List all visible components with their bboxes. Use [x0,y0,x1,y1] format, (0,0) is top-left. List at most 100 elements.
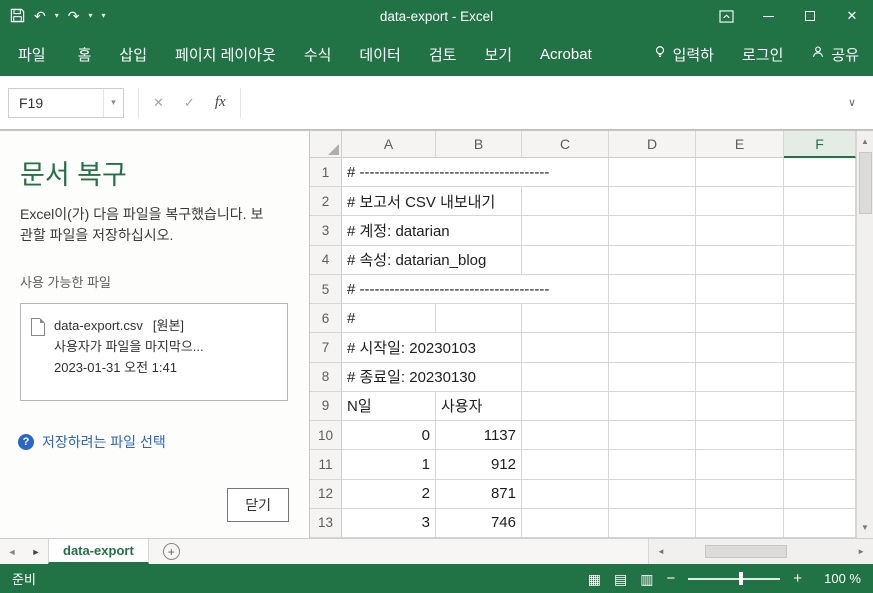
sheet-next-icon[interactable]: ► [24,539,48,564]
horizontal-scrollbar[interactable]: ◄ ► [648,539,873,564]
row-header[interactable]: 13 [310,508,342,538]
close-pane-button[interactable]: 닫기 [227,488,289,522]
scroll-down-icon[interactable]: ▼ [861,519,869,538]
column-header-a[interactable]: A [342,131,436,158]
tab-home[interactable]: 홈 [64,32,106,76]
grid-cell[interactable] [609,450,696,480]
grid-cell[interactable] [522,391,609,422]
close-button[interactable]: ✕ [831,0,873,32]
row-header[interactable]: 10 [310,421,342,451]
grid-cell[interactable]: 1 [342,450,436,480]
ribbon-display-options-icon[interactable] [705,0,747,32]
grid-cell[interactable] [784,187,856,217]
customize-qat-icon[interactable]: ▾ [102,12,106,20]
tab-review[interactable]: 검토 [415,32,471,76]
grid-cell[interactable]: N일 [342,391,436,422]
grid-cell[interactable] [784,421,856,451]
row-header[interactable]: 5 [310,274,342,305]
row-header[interactable]: 6 [310,304,342,334]
column-header-c[interactable]: C [522,131,609,158]
tab-data[interactable]: 데이터 [345,32,414,76]
grid-cell[interactable] [522,245,609,275]
grid-cell[interactable] [784,508,856,538]
grid-cell[interactable] [784,304,856,334]
tell-me-box[interactable]: 입력하 [639,32,728,76]
grid-cell[interactable] [784,333,856,363]
normal-view-icon[interactable]: ▦ [588,572,601,586]
grid-cell[interactable] [696,391,784,422]
row-header[interactable]: 4 [310,245,342,275]
redo-dropdown-icon[interactable]: ▾ [88,12,92,20]
row-header[interactable]: 1 [310,158,342,188]
formula-input[interactable] [254,87,839,118]
grid-cell[interactable] [609,158,696,188]
grid-cell[interactable]: 1137 [436,421,522,451]
undo-icon[interactable]: ↶ [34,9,46,23]
save-icon[interactable] [10,8,25,25]
grid-cell[interactable] [609,391,696,422]
grid-cell[interactable] [696,274,784,305]
redo-icon[interactable]: ↷ [68,9,80,23]
grid-cell[interactable]: 2 [342,479,436,509]
column-header-f-selected[interactable]: F [784,131,856,158]
grid-cell[interactable] [696,479,784,509]
grid-cell[interactable] [696,508,784,538]
grid-cell[interactable] [696,421,784,451]
sheet-prev-icon[interactable]: ◄ [0,539,24,564]
scroll-up-icon[interactable]: ▲ [861,131,869,150]
grid-cell[interactable] [609,362,696,392]
grid-cell[interactable] [784,158,856,188]
grid-cell[interactable]: 871 [436,479,522,509]
add-sheet-icon[interactable]: + [162,543,180,560]
tab-formulas[interactable]: 수식 [290,32,346,76]
grid-cell[interactable] [609,245,696,275]
vertical-scrollbar[interactable]: ▲ ▼ [856,131,873,538]
grid-cell[interactable] [609,479,696,509]
grid-cell[interactable] [696,304,784,334]
minimize-button[interactable] [747,0,789,32]
grid-cell[interactable] [522,304,609,334]
grid-cell[interactable]: 746 [436,508,522,538]
row-header[interactable]: 9 [310,391,342,422]
grid-cell[interactable] [522,333,609,363]
grid-cell[interactable]: 912 [436,450,522,480]
grid-cell[interactable]: 사용자 [436,391,522,422]
grid-cell[interactable] [522,479,609,509]
cancel-icon[interactable]: ✕ [153,95,164,111]
tab-view[interactable]: 보기 [470,32,526,76]
name-box-dropdown-icon[interactable]: ▾ [103,88,123,117]
row-header[interactable]: 11 [310,450,342,480]
row-header[interactable]: 2 [310,187,342,217]
grid-cell[interactable] [522,450,609,480]
grid-cell[interactable] [784,450,856,480]
zoom-percentage[interactable]: 100 % [815,571,861,586]
grid-cell[interactable] [696,216,784,246]
column-header-b[interactable]: B [436,131,522,158]
horizontal-scroll-thumb[interactable] [704,545,787,558]
name-box[interactable]: F19 ▾ [8,87,124,118]
grid-cell[interactable]: 0 [342,421,436,451]
zoom-out-icon[interactable]: − [666,570,675,587]
grid-cell[interactable] [696,362,784,392]
grid-cell[interactable] [696,187,784,217]
grid-cell[interactable] [609,421,696,451]
scroll-left-icon[interactable]: ◄ [653,547,669,556]
undo-dropdown-icon[interactable]: ▾ [55,12,59,20]
recovered-file-item[interactable]: data-export.csv [원본] 사용자가 파일을 마지막으... 20… [20,303,288,401]
grid-cell[interactable] [784,391,856,422]
scroll-right-icon[interactable]: ► [853,547,869,556]
zoom-slider-thumb[interactable] [738,572,743,585]
grid-cell[interactable] [696,245,784,275]
grid-cell[interactable] [522,421,609,451]
enter-icon[interactable]: ✓ [184,95,195,111]
grid-cell[interactable] [696,450,784,480]
grid-cell[interactable] [784,245,856,275]
grid-cell[interactable] [784,274,856,305]
grid-cell[interactable] [522,508,609,538]
grid-cell[interactable] [609,274,696,305]
grid-cell[interactable] [784,362,856,392]
tab-insert[interactable]: 삽입 [105,32,161,76]
tab-page-layout[interactable]: 페이지 레이아웃 [161,32,290,76]
row-header[interactable]: 3 [310,216,342,246]
sheet-tab-data-export[interactable]: data-export [48,539,149,564]
